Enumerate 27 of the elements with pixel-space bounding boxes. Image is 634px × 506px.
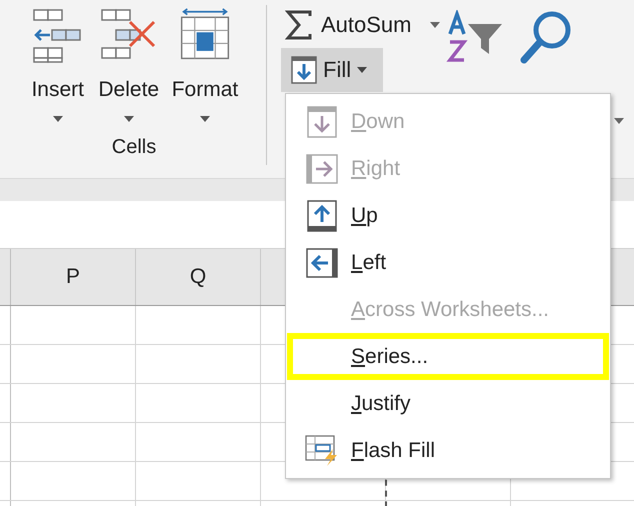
caret-icon: [357, 67, 368, 73]
fill-button[interactable]: Fill: [281, 48, 383, 92]
autosum-button[interactable]: AutoSum: [281, 6, 416, 44]
flash-fill-icon: [305, 434, 339, 466]
caret-icon: [52, 116, 63, 122]
search-icon: [518, 10, 574, 66]
menu-item[interactable]: Up: [287, 192, 609, 239]
column-header[interactable]: Q: [136, 249, 261, 305]
menu-item[interactable]: Series...: [287, 333, 609, 380]
sigma-icon: [285, 10, 313, 40]
menu-item[interactable]: Flash Fill: [287, 427, 609, 474]
column-header[interactable]: P: [11, 249, 136, 305]
fill-left-icon: [306, 248, 338, 278]
fill-up-icon: [307, 200, 337, 232]
ribbon-button[interactable]: Delete: [94, 0, 164, 122]
caret-icon[interactable]: [614, 118, 624, 124]
ribbon-button[interactable]: Format: [168, 0, 242, 122]
caret-icon: [200, 116, 210, 122]
fill-down-icon: [291, 56, 317, 84]
fill-down-icon: [307, 106, 337, 138]
ribbon-button[interactable]: Insert: [26, 0, 90, 122]
group-label: Cells: [112, 136, 156, 159]
caret-icon: [124, 116, 134, 122]
menu-item[interactable]: Left: [287, 239, 609, 286]
menu-item[interactable]: Justify: [287, 380, 609, 427]
caret-icon[interactable]: [430, 22, 440, 28]
fill-right-icon: [306, 154, 338, 184]
